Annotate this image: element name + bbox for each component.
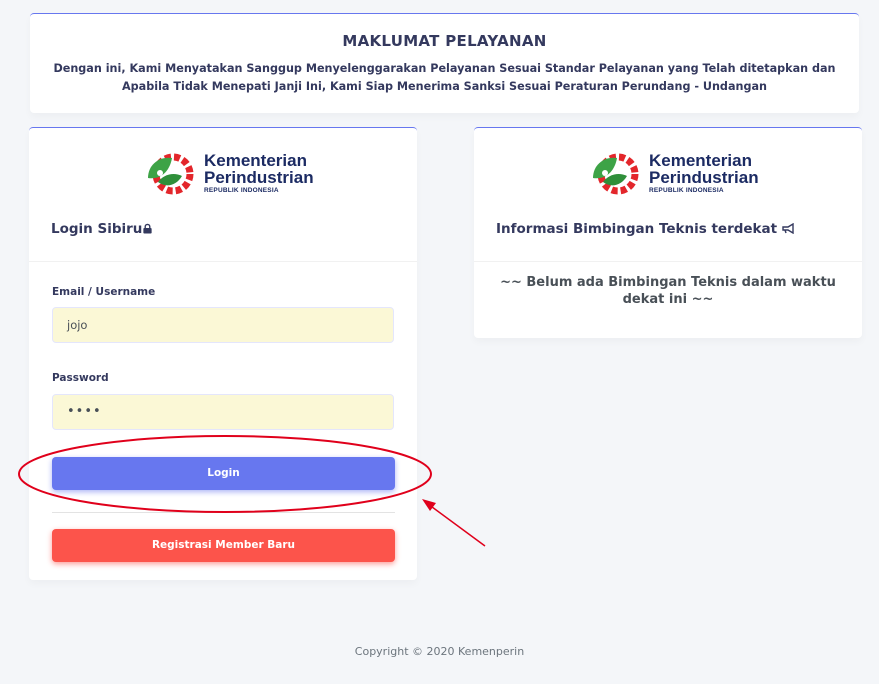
gear-leaf-logo-icon [593,153,639,195]
arrow-head-icon [422,499,436,511]
info-message: ~~ Belum ada Bimbingan Teknis dalam wakt… [500,275,836,307]
logo-line2: Perindustrian [204,168,314,187]
maklumat-title: MAKLUMAT PELAYANAN [342,32,547,50]
bullhorn-icon [782,222,794,235]
register-member-button[interactable]: Registrasi Member Baru [52,529,395,562]
gear-leaf-logo-icon [148,153,194,195]
password-label: Password [52,372,109,384]
logo-line3: REPUBLIK INDONESIA [204,187,279,194]
footer-copyright: Copyright © 2020 Kemenperin [354,645,525,658]
login-card: Kementerian Perindustrian REPUBLIK INDON… [29,127,417,580]
kemenperin-logo: Kementerian Perindustrian REPUBLIK INDON… [474,144,862,200]
login-header-text: Login Sibiru [51,221,143,237]
divider [52,512,395,513]
annotation-arrow [427,503,486,547]
lock-icon [143,223,153,234]
logo-line1: Kementerian [649,151,752,170]
logo-line2: Perindustrian [649,168,759,187]
info-card: Kementerian Perindustrian REPUBLIK INDON… [474,127,862,338]
info-header: Informasi Bimbingan Teknis terdekat [474,216,862,262]
login-header: Login Sibiru [29,216,417,262]
info-header-text: Informasi Bimbingan Teknis terdekat [496,221,778,237]
maklumat-card: MAKLUMAT PELAYANAN Dengan ini, Kami Meny… [30,13,859,113]
password-field[interactable]: •••• [52,394,394,430]
kemenperin-logo: Kementerian Perindustrian REPUBLIK INDON… [29,144,417,200]
email-label: Email / Username [52,286,156,298]
email-field[interactable]: jojo [52,307,394,343]
logo-line3: REPUBLIK INDONESIA [649,187,724,194]
logo-line1: Kementerian [204,151,307,170]
maklumat-text: Dengan ini, Kami Menyatakan Sanggup Meny… [53,62,836,93]
login-button[interactable]: Login [52,457,395,490]
